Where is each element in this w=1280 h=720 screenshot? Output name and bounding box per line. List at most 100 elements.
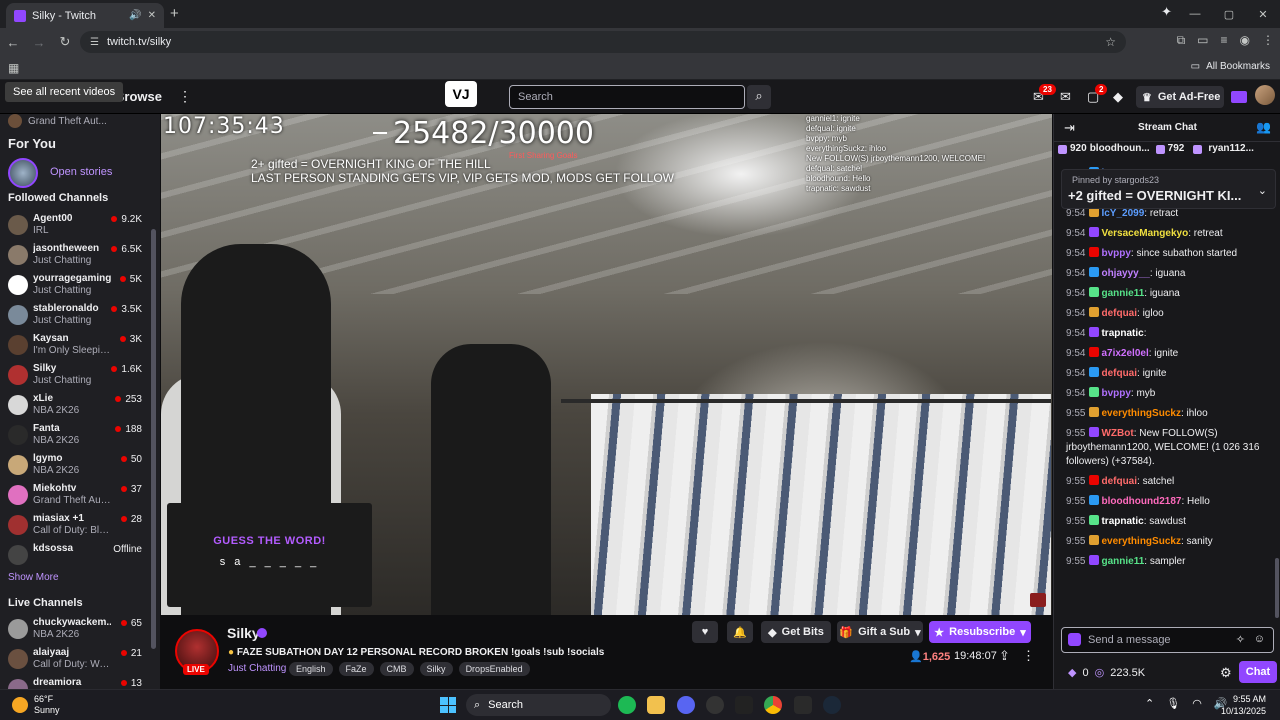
chat-message[interactable]: 9:54 gannie11: iguana (1054, 284, 1280, 304)
sidebar-channel[interactable]: Fanta NBA 2K26 188 (0, 420, 152, 450)
chat-badge-icon[interactable] (1068, 633, 1081, 646)
message-username[interactable]: everythingSuckz (1101, 536, 1180, 547)
chat-message[interactable]: 9:54 defquai: ignite (1054, 364, 1280, 384)
taskbar-search[interactable]: ⌕ Search (466, 694, 611, 716)
chat-message[interactable]: 9:54 a7ix2el0el: ignite (1054, 344, 1280, 364)
reading-list-icon[interactable]: ≡ (1221, 33, 1228, 48)
minimize-button[interactable]: — (1178, 8, 1212, 20)
community-icon[interactable]: 👥 (1256, 120, 1271, 134)
gift-sub-button[interactable]: 🎁 Gift a Sub ▾ (837, 621, 923, 643)
message-username[interactable]: IcY_2099 (1101, 208, 1144, 219)
emote-picker-icon[interactable]: ☺ (1254, 633, 1265, 645)
apps-grid-icon[interactable]: ▦ (8, 61, 19, 75)
message-username[interactable]: trapnatic (1101, 516, 1143, 527)
message-username[interactable]: bvppy (1101, 388, 1130, 399)
sidebar-channel[interactable]: lgymo NBA 2K26 50 (0, 450, 152, 480)
chat-message[interactable]: 9:55 bloodhound2187: Hello (1054, 492, 1280, 512)
sidebar-channel[interactable]: yourragegaming Just Chatting 5K (0, 270, 152, 300)
user-avatar[interactable] (1255, 85, 1275, 105)
taskbar-clock[interactable]: 9:55 AM 10/13/2025 (1221, 693, 1266, 717)
message-username[interactable]: defquai (1101, 308, 1137, 319)
sidebar-channel[interactable]: Miekohtv Grand Theft Auto... 37 (0, 480, 152, 510)
chat-message[interactable]: 9:54 bvppy: since subathon started (1054, 244, 1280, 264)
send-message-input[interactable] (1088, 631, 1228, 649)
pinned-message[interactable]: Pinned by stargods23 +2 gifted = OVERNIG… (1061, 169, 1276, 209)
site-info-icon[interactable]: ☰ (90, 37, 99, 48)
message-username[interactable]: WZBot (1101, 428, 1133, 439)
channel-points[interactable]: ◆ 0 ◎ 223.5K (1068, 666, 1145, 680)
chat-scrollbar[interactable] (1275, 558, 1279, 618)
speaker-icon[interactable]: 🔊 (129, 10, 141, 21)
menu-icon[interactable]: ⋮ (1262, 33, 1274, 48)
top-gifter[interactable]: ryan112... (1193, 143, 1254, 161)
share-icon[interactable]: ⇪ (999, 648, 1010, 664)
forward-button[interactable]: → (26, 35, 52, 50)
sidebar-channel[interactable]: Kaysan I'm Only Sleeping 3K (0, 330, 152, 360)
more-menu-icon[interactable]: ⋮ (178, 88, 192, 105)
steam-icon[interactable] (823, 696, 841, 714)
sidebar-scrollbar[interactable] (151, 229, 156, 649)
message-username[interactable]: VersaceMangekyo (1101, 228, 1188, 239)
windows-start-icon[interactable] (440, 697, 456, 713)
video-player[interactable]: 107:35:43 25482/30000 First Sharing Goal… (161, 114, 1052, 615)
chat-send-button[interactable]: Chat (1239, 661, 1277, 683)
gemini-icon[interactable]: ✦ (1161, 4, 1172, 20)
close-tab-icon[interactable]: ✕ (148, 10, 156, 21)
chat-message[interactable]: 9:54 trapnatic: (1054, 324, 1280, 344)
chat-message[interactable]: 9:55 trapnatic: sawdust (1054, 512, 1280, 532)
message-username[interactable]: gannie11 (1101, 288, 1144, 299)
weather-widget[interactable]: 66°F Sunny (12, 694, 60, 716)
bookmark-star-icon[interactable]: ☆ (1105, 35, 1116, 49)
sidebar-channel[interactable]: kdsossa Offline (0, 540, 152, 570)
message-username[interactable]: gannie11 (1101, 556, 1144, 567)
stream-tag[interactable]: English (289, 662, 333, 676)
app-g-icon[interactable] (794, 696, 812, 714)
stream-tag[interactable]: CMB (379, 662, 414, 676)
message-username[interactable]: bvppy (1101, 248, 1130, 259)
chrome-icon[interactable] (764, 696, 782, 714)
wifi-icon[interactable]: ◠ (1192, 697, 1202, 710)
chat-message[interactable]: 9:55 gannie11: sampler (1054, 552, 1280, 572)
chevron-down-icon[interactable]: ⌄ (1258, 184, 1267, 197)
search-button[interactable]: ⌕ (747, 85, 771, 109)
sidebar-channel[interactable]: xLie NBA 2K26 253 (0, 390, 152, 420)
sidebar-channel[interactable]: stableronaldo Just Chatting 3.5K (0, 300, 152, 330)
back-button[interactable]: ← (0, 35, 26, 50)
sidebar-channel[interactable]: dreamiora 13 (0, 674, 152, 689)
message-username[interactable]: ohjayyy__ (1101, 268, 1149, 279)
bits-icon[interactable]: ◆ (1113, 89, 1123, 105)
chat-message[interactable]: 9:54 defquai: igloo (1054, 304, 1280, 324)
stream-tag[interactable]: DropsEnabled (458, 662, 530, 676)
message-username[interactable]: bloodhound2187 (1101, 496, 1181, 507)
message-username[interactable]: defquai (1101, 476, 1137, 487)
chat-message[interactable]: 9:54 ohjayyy__: iguana (1054, 264, 1280, 284)
mic-icon[interactable]: 🎙 (1166, 697, 1180, 710)
inbox-icon[interactable]: ✉ (1060, 89, 1071, 105)
extensions-icon[interactable]: ⧉ (1177, 33, 1186, 48)
chat-message[interactable]: 9:54 bvppy: myb (1054, 384, 1280, 404)
message-username[interactable]: a7ix2el0el (1101, 348, 1148, 359)
twitch-logo-icon[interactable]: VJ (445, 81, 477, 107)
chat-settings-icon[interactable]: ⚙ (1220, 665, 1232, 681)
stream-tag[interactable]: Silky (419, 662, 453, 676)
sidebar-channel[interactable]: Silky Just Chatting 1.6K (0, 360, 152, 390)
more-options-icon[interactable]: ⋮ (1022, 648, 1035, 664)
message-username[interactable]: defquai (1101, 368, 1137, 379)
address-bar[interactable]: ☰ twitch.tv/silky ☆ (80, 31, 1126, 53)
top-gifter[interactable]: 792 (1155, 143, 1188, 161)
epic-games-icon[interactable] (735, 696, 753, 714)
discord-icon[interactable] (677, 696, 695, 714)
chat-message[interactable]: 9:55 everythingSuckz: ihloo (1054, 404, 1280, 424)
chat-input-box[interactable]: ✧ ☺ (1061, 627, 1274, 653)
sidebar-channel[interactable]: alaiyaaj Call of Duty: Wa... 21 (0, 644, 152, 674)
resubscribe-button[interactable]: ★ Resubscribe ▾ (929, 621, 1031, 643)
chat-message[interactable]: 9:54 VersaceMangekyo: retreat (1054, 224, 1280, 244)
chevron-up-icon[interactable]: ⌃ (1145, 697, 1154, 710)
top-gifter[interactable]: 920 bloodhoun... (1058, 143, 1150, 161)
reload-button[interactable]: ↻ (52, 34, 78, 50)
sidebar-channel[interactable]: jasontheween Just Chatting 6.5K (0, 240, 152, 270)
maximize-button[interactable]: ▢ (1212, 8, 1246, 21)
browser-tab[interactable]: Silky - Twitch 🔊 ✕ (6, 3, 164, 28)
message-username[interactable]: everythingSuckz (1101, 408, 1180, 419)
sidebar-channel[interactable]: Agent00 IRL 9.2K (0, 210, 152, 240)
